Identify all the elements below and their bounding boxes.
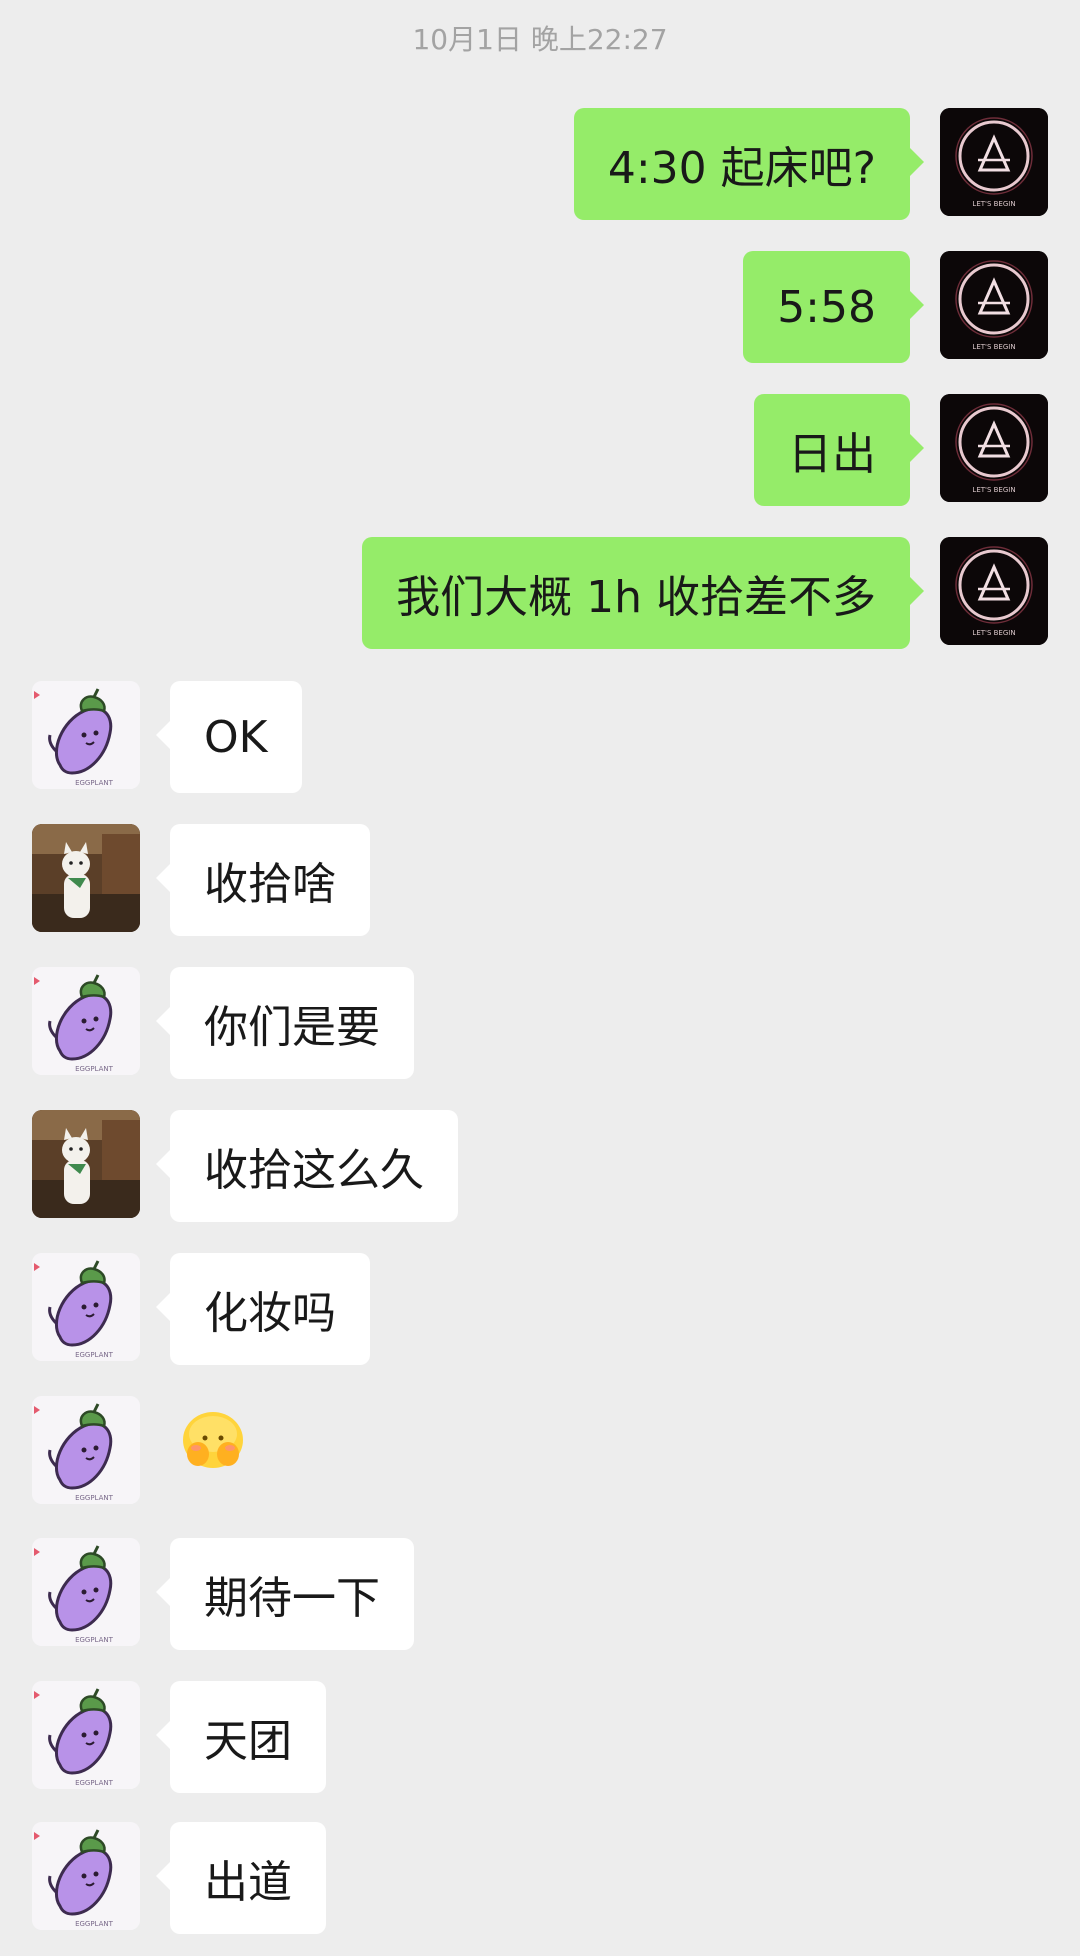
- covering-face-emoji-icon[interactable]: [178, 1404, 248, 1474]
- message-text: 你们是要: [204, 1002, 380, 1053]
- message-timestamp: 10月1日 晚上22:27: [412, 23, 668, 56]
- message-row: 天团: [0, 1681, 1080, 1793]
- received-message-bubble[interactable]: 出道: [156, 1822, 326, 1934]
- message-text: 5:58: [777, 281, 876, 333]
- message-row: 期待一下: [0, 1538, 1080, 1650]
- eggplant-avatar-icon[interactable]: [32, 681, 140, 789]
- message-text: 日出: [788, 429, 876, 480]
- eggplant-avatar-icon[interactable]: [32, 1396, 140, 1504]
- cat-photo-avatar-icon[interactable]: [32, 824, 140, 932]
- message-text: 收拾啥: [204, 859, 336, 910]
- message-text: OK: [204, 711, 268, 763]
- message-row: 日出: [0, 394, 1080, 506]
- message-text: 期待一下: [204, 1573, 380, 1624]
- eggplant-avatar-icon[interactable]: [32, 1681, 140, 1789]
- message-row: 出道: [0, 1822, 1080, 1934]
- received-message-bubble[interactable]: 化妆吗: [156, 1253, 370, 1365]
- message-row: 4:30 起床吧?: [0, 108, 1080, 220]
- message-text: 收拾这么久: [204, 1145, 424, 1196]
- message-text: 我们大概 1h 收拾差不多: [396, 572, 876, 623]
- linkin-park-avatar-icon[interactable]: [940, 394, 1048, 502]
- message-row: 收拾这么久: [0, 1110, 1080, 1222]
- eggplant-avatar-icon[interactable]: [32, 967, 140, 1075]
- received-message-bubble[interactable]: OK: [156, 681, 302, 793]
- sent-message-bubble[interactable]: 我们大概 1h 收拾差不多: [362, 537, 924, 649]
- message-row: 收拾啥: [0, 824, 1080, 936]
- received-message-bubble[interactable]: 你们是要: [156, 967, 414, 1079]
- received-message-bubble[interactable]: 收拾这么久: [156, 1110, 458, 1222]
- linkin-park-avatar-icon[interactable]: [940, 251, 1048, 359]
- chat-window: 10月1日 晚上22:27 4:30 起床吧? 5:58 日出 我们大概 1h …: [0, 0, 1080, 1956]
- received-message-bubble[interactable]: 期待一下: [156, 1538, 414, 1650]
- message-text: 出道: [204, 1857, 292, 1908]
- message-row: 你们是要: [0, 967, 1080, 1079]
- message-row: 我们大概 1h 收拾差不多: [0, 537, 1080, 649]
- eggplant-avatar-icon[interactable]: [32, 1538, 140, 1646]
- cat-photo-avatar-icon[interactable]: [32, 1110, 140, 1218]
- linkin-park-avatar-icon[interactable]: [940, 537, 1048, 645]
- message-text: 化妆吗: [204, 1288, 336, 1339]
- eggplant-avatar-icon[interactable]: [32, 1822, 140, 1930]
- sent-message-bubble[interactable]: 日出: [754, 394, 924, 506]
- eggplant-avatar-icon[interactable]: [32, 1253, 140, 1361]
- received-message-bubble[interactable]: 收拾啥: [156, 824, 370, 936]
- message-row: 化妆吗: [0, 1253, 1080, 1365]
- message-row: 5:58: [0, 251, 1080, 363]
- sent-message-bubble[interactable]: 4:30 起床吧?: [573, 108, 925, 220]
- sent-message-bubble[interactable]: 5:58: [743, 251, 924, 363]
- message-row: OK: [0, 681, 1080, 793]
- linkin-park-avatar-icon[interactable]: [940, 108, 1048, 216]
- message-text: 4:30 起床吧?: [607, 143, 876, 194]
- received-message-bubble[interactable]: 天团: [156, 1681, 326, 1793]
- message-row: [0, 1396, 1080, 1508]
- message-text: 天团: [204, 1716, 292, 1767]
